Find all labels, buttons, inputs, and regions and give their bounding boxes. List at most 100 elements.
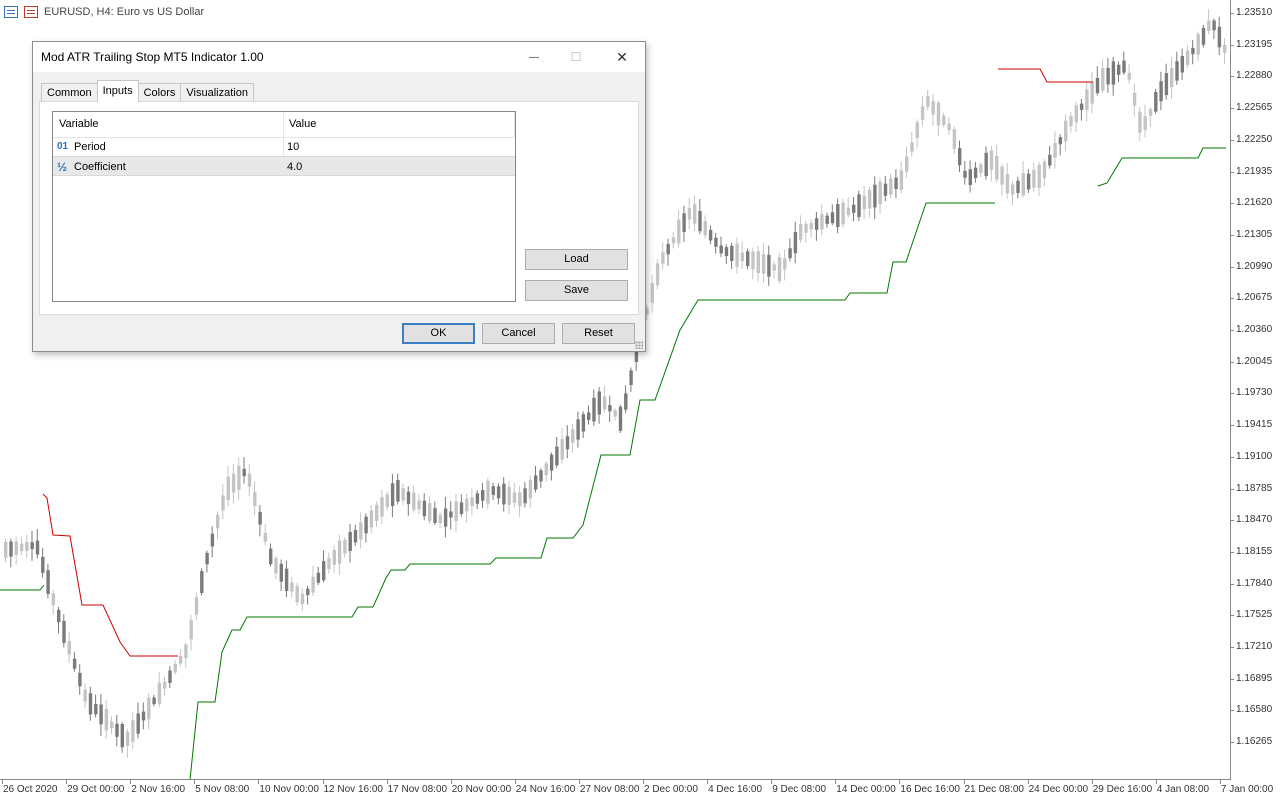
chart-menu-icon[interactable] — [4, 6, 18, 18]
candle-body — [1090, 81, 1094, 104]
candle-body — [194, 597, 199, 615]
price-label: 1.16580 — [1236, 704, 1273, 716]
price-label: 1.20675 — [1236, 292, 1273, 304]
candle-body — [512, 492, 517, 503]
date-label: 10 Nov 00:00 — [259, 784, 319, 795]
cancel-button[interactable]: Cancel — [482, 323, 555, 344]
candle-body — [422, 500, 427, 517]
candle-body — [1074, 105, 1078, 123]
tab-common[interactable]: Common — [41, 83, 98, 102]
date-label: 7 Jan 00:00 — [1220, 784, 1274, 795]
date-label: 5 Nov 08:00 — [195, 784, 250, 795]
candle-body — [152, 697, 156, 705]
candle-body — [163, 681, 167, 689]
date-label: 16 Dec 16:00 — [900, 784, 960, 795]
price-tick — [1230, 583, 1234, 585]
column-header-variable[interactable]: Variable — [59, 118, 99, 130]
candle-body — [973, 167, 978, 179]
date-label: 9 Dec 08:00 — [772, 784, 827, 795]
candle-body — [608, 405, 612, 412]
price-tick — [1230, 330, 1234, 331]
candle-body — [1069, 116, 1073, 127]
ok-button[interactable]: OK — [402, 323, 475, 344]
tab-visualization[interactable]: Visualization — [180, 83, 254, 102]
column-header-value[interactable]: Value — [289, 118, 316, 130]
candle-body — [125, 731, 130, 746]
candle-body — [337, 540, 342, 564]
date-label: 29 Dec 16:00 — [1092, 784, 1153, 795]
candle-body — [1148, 109, 1153, 116]
candle-body — [730, 245, 734, 261]
candle-body — [72, 658, 77, 669]
candle-body — [147, 697, 151, 720]
tab-strip: Common Inputs Colors Visualization — [41, 80, 254, 102]
variable-value[interactable]: 10 — [287, 141, 299, 153]
variable-value[interactable]: 4.0 — [287, 161, 302, 173]
candle-body — [51, 593, 56, 606]
candle-body — [571, 429, 575, 443]
chart-properties-icon[interactable] — [24, 6, 38, 18]
trailing-stop-up-line — [0, 584, 45, 591]
minimize-button[interactable]: — — [511, 42, 557, 72]
candle-body — [735, 243, 739, 267]
candle-body — [703, 221, 707, 236]
candle-body — [534, 475, 538, 490]
candle-body — [1170, 67, 1174, 88]
candle-body — [99, 704, 103, 725]
candle-body — [1101, 67, 1105, 91]
candle-body — [120, 723, 124, 748]
candle-body — [136, 713, 140, 734]
candle-body — [88, 693, 93, 715]
candle-body — [115, 723, 119, 737]
price-label: 1.21620 — [1236, 197, 1273, 209]
candle-body — [602, 396, 607, 410]
price-label: 1.22250 — [1236, 133, 1273, 145]
resize-grip-icon[interactable] — [635, 341, 643, 349]
candle-body — [1143, 116, 1147, 130]
save-button[interactable]: Save — [525, 280, 628, 301]
candle-body — [353, 530, 358, 543]
candle-body — [322, 561, 326, 581]
price-tick — [1230, 520, 1234, 522]
candle-body — [544, 463, 548, 476]
price-tick — [1230, 108, 1234, 110]
candle-body — [449, 511, 453, 518]
candle-body — [862, 195, 866, 210]
dialog-titlebar[interactable]: Mod ATR Trailing Stop MT5 Indicator 1.00… — [33, 42, 645, 72]
candle-body — [269, 548, 273, 565]
date-label: 14 Dec 00:00 — [836, 784, 896, 795]
candle-body — [1117, 64, 1121, 75]
candle-body — [889, 178, 893, 195]
candle-body — [216, 514, 220, 529]
candle-body — [1127, 72, 1131, 80]
close-button[interactable]: ✕ — [599, 42, 645, 72]
candle-body — [979, 164, 983, 173]
candle-body — [761, 254, 766, 274]
candle-body — [777, 257, 782, 282]
candle-body — [168, 670, 172, 683]
tab-inputs[interactable]: Inputs — [96, 80, 139, 102]
candle-body — [433, 508, 437, 523]
tab-colors[interactable]: Colors — [137, 83, 182, 102]
candle-body — [465, 498, 469, 512]
reset-button[interactable]: Reset — [562, 323, 635, 344]
double-type-icon: ½ — [57, 160, 68, 174]
load-button[interactable]: Load — [525, 249, 628, 270]
dialog-title: Mod ATR Trailing Stop MT5 Indicator 1.00 — [41, 50, 264, 64]
maximize-button[interactable]: ☐ — [553, 42, 599, 72]
date-label: 4 Jan 08:00 — [1156, 784, 1210, 795]
candle-body — [1021, 173, 1025, 196]
candle-body — [867, 190, 872, 209]
candle-body — [899, 170, 904, 190]
maximize-icon: ☐ — [570, 50, 582, 64]
price-label: 1.20990 — [1236, 260, 1273, 272]
table-row-period[interactable]: 01 Period 10 — [53, 137, 515, 157]
candle-body — [677, 219, 681, 244]
price-label: 1.16265 — [1236, 736, 1273, 748]
table-row-coefficient[interactable]: ½ Coefficient 4.0 — [53, 156, 515, 176]
symbol-bar: EURUSD, H4: Euro vs US Dollar — [4, 6, 204, 18]
candle-body — [756, 251, 760, 274]
candle-body — [936, 102, 941, 126]
candle-body — [1159, 81, 1163, 102]
price-label: 1.19415 — [1236, 419, 1273, 431]
